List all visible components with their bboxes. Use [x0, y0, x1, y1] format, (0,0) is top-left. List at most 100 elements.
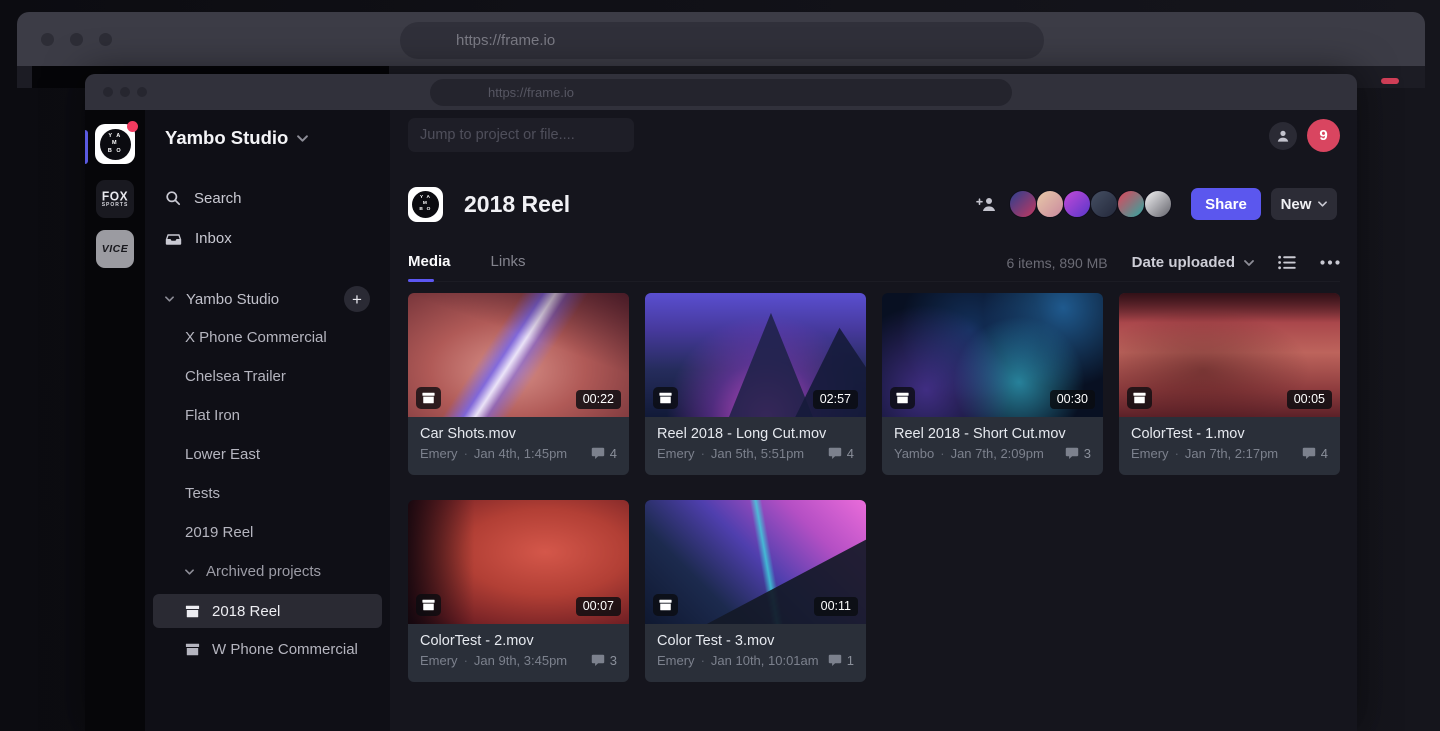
archive-box-icon [185, 643, 200, 656]
upload-date: Jan 9th, 3:45pm [474, 653, 567, 668]
sort-label: Date uploaded [1132, 254, 1235, 271]
avatar[interactable] [1009, 190, 1037, 218]
yambo-monogram-line: M [112, 140, 118, 147]
sidebar-project-item[interactable]: Flat Iron [145, 396, 390, 435]
video-thumbnail[interactable]: 02:57 [645, 293, 866, 417]
upload-date: Jan 7th, 2:17pm [1185, 446, 1278, 461]
share-button[interactable]: Share [1191, 188, 1261, 220]
comment-count-value: 4 [1321, 446, 1328, 461]
add-person-icon [976, 196, 998, 212]
comment-count[interactable]: 4 [1302, 446, 1328, 461]
sidebar-item-inbox[interactable]: Inbox [145, 218, 390, 258]
sidebar-project-item[interactable]: 2019 Reel [145, 513, 390, 552]
add-member-button[interactable] [976, 196, 998, 212]
comment-count[interactable]: 4 [591, 446, 617, 461]
account-cluster: 9 [1269, 119, 1340, 152]
media-card[interactable]: 00:30 Reel 2018 - Short Cut.mov Yambo · … [882, 293, 1103, 475]
file-meta: Emery · Jan 7th, 2:17pm 4 [1131, 446, 1328, 461]
archived-header-label: Archived projects [206, 563, 321, 580]
workspace-vice[interactable]: VICE [96, 230, 134, 268]
card-footer: Reel 2018 - Long Cut.mov Emery · Jan 5th… [645, 417, 866, 475]
comment-count[interactable]: 3 [1065, 446, 1091, 461]
sidebar-project-item[interactable]: X Phone Commercial [145, 318, 390, 357]
account-button[interactable] [1269, 122, 1297, 150]
sidebar-archived-item[interactable]: W Phone Commercial [145, 630, 390, 669]
sidebar-item-search[interactable]: Search [145, 178, 390, 218]
avatar[interactable] [1144, 190, 1172, 218]
video-thumbnail[interactable]: 00:30 [882, 293, 1103, 417]
comment-count[interactable]: 1 [828, 653, 854, 668]
active-workspace-indicator [85, 130, 88, 164]
outer-notification-peek [1381, 78, 1399, 84]
more-options-button[interactable] [1320, 260, 1340, 265]
archived-projects-header[interactable]: Archived projects [145, 552, 390, 591]
uploader-name: Emery [1131, 446, 1169, 461]
card-footer: Car Shots.mov Emery · Jan 4th, 1:45pm 4 [408, 417, 629, 475]
sidebar-nav: Search Inbox [145, 178, 390, 258]
notifications-badge[interactable]: 9 [1307, 119, 1340, 152]
duration-badge: 02:57 [813, 390, 858, 409]
project-list: X Phone CommercialChelsea TrailerFlat Ir… [145, 318, 390, 552]
video-thumbnail[interactable]: 00:07 [408, 500, 629, 624]
video-thumbnail[interactable]: 00:22 [408, 293, 629, 417]
add-project-button[interactable]: + [344, 286, 370, 312]
media-card[interactable]: 00:05 ColorTest - 1.mov Emery · Jan 7th,… [1119, 293, 1340, 475]
file-name: Reel 2018 - Short Cut.mov [894, 426, 1091, 442]
yambo-monogram-line: Y A [108, 133, 121, 140]
workspace-fox-sports[interactable]: FOX SPORTS [96, 180, 134, 218]
media-card[interactable]: 00:11 Color Test - 3.mov Emery · Jan 10t… [645, 500, 866, 682]
archive-chip [890, 387, 915, 409]
tree-header-label: Yambo Studio [186, 291, 279, 308]
comment-bubble-icon [828, 447, 842, 460]
maximize-window-button[interactable] [99, 33, 112, 46]
avatar[interactable] [1063, 190, 1091, 218]
meta-separator: · [701, 446, 705, 461]
new-button-label: New [1281, 196, 1312, 213]
workspace-switcher[interactable]: Yambo Studio [145, 110, 390, 150]
items-summary: 6 items, 890 MB [1006, 255, 1107, 271]
sidebar-project-item[interactable]: Chelsea Trailer [145, 357, 390, 396]
project-tree-header[interactable]: Yambo Studio + [145, 280, 390, 318]
sidebar-project-item[interactable]: Lower East [145, 435, 390, 474]
archive-chip [653, 387, 678, 409]
workspace-yambo[interactable]: Y A M B O [95, 124, 135, 164]
duration-badge: 00:07 [576, 597, 621, 616]
media-card[interactable]: 00:22 Car Shots.mov Emery · Jan 4th, 1:4… [408, 293, 629, 475]
workspace-notification-dot [127, 121, 138, 132]
new-button[interactable]: New [1271, 188, 1337, 220]
yambo-monogram-line: B O [419, 207, 431, 213]
tab-links[interactable]: Links [491, 253, 526, 272]
jump-to-input[interactable] [408, 118, 634, 152]
sidebar-project-item[interactable]: Tests [145, 474, 390, 513]
maximize-window-button[interactable] [137, 87, 147, 97]
page-title: 2018 Reel [464, 191, 570, 218]
comment-bubble-icon [1302, 447, 1316, 460]
outer-url-bar[interactable]: https://frame.io [400, 22, 1044, 59]
archive-box-icon [1133, 392, 1146, 404]
inner-url-bar[interactable]: https://frame.io [430, 79, 1012, 106]
file-meta: Emery · Jan 4th, 1:45pm 4 [420, 446, 617, 461]
close-window-button[interactable] [41, 33, 54, 46]
archive-box-icon [896, 392, 909, 404]
sidebar-archived-item[interactable]: 2018 Reel [153, 594, 382, 628]
avatar[interactable] [1117, 190, 1145, 218]
video-thumbnail[interactable]: 00:11 [645, 500, 866, 624]
list-view-button[interactable] [1278, 255, 1296, 270]
sort-dropdown[interactable]: Date uploaded [1132, 254, 1254, 271]
meta-separator: · [1175, 446, 1179, 461]
video-thumbnail[interactable]: 00:05 [1119, 293, 1340, 417]
avatar[interactable] [1036, 190, 1064, 218]
comment-count-value: 1 [847, 653, 854, 668]
avatar[interactable] [1090, 190, 1118, 218]
person-icon [1276, 129, 1290, 143]
comment-count[interactable]: 4 [828, 446, 854, 461]
close-window-button[interactable] [103, 87, 113, 97]
meta-separator: · [701, 653, 705, 668]
comment-count[interactable]: 3 [591, 653, 617, 668]
media-card[interactable]: 02:57 Reel 2018 - Long Cut.mov Emery · J… [645, 293, 866, 475]
tab-media[interactable]: Media [408, 253, 451, 272]
chevron-down-icon [297, 135, 308, 142]
minimize-window-button[interactable] [120, 87, 130, 97]
media-card[interactable]: 00:07 ColorTest - 2.mov Emery · Jan 9th,… [408, 500, 629, 682]
minimize-window-button[interactable] [70, 33, 83, 46]
